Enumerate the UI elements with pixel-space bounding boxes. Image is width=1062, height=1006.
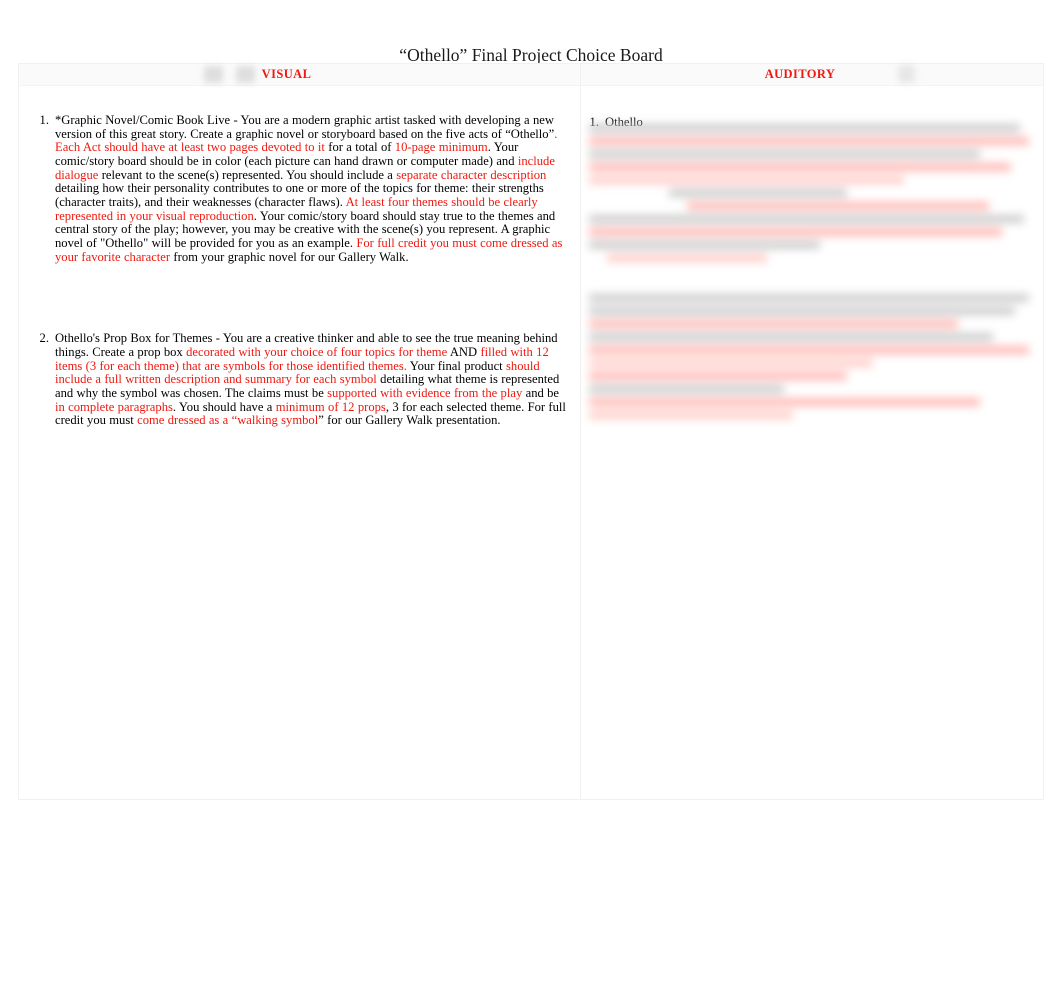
table-body-row: 1. *Graphic Novel/Comic Book Live - You … — [19, 86, 1043, 799]
obscured-image-icon-2 — [236, 66, 255, 83]
cell-visual: 1. *Graphic Novel/Comic Book Live - You … — [19, 86, 581, 799]
document-page: “Othello” Final Project Choice Board VIS… — [0, 0, 1062, 1006]
list-item: 2. Othello's Prop Box for Themes - You a… — [19, 331, 580, 428]
obscured-text-block-top — [589, 124, 1033, 267]
cell-auditory: 1. Othello — [581, 86, 1043, 799]
obscured-image-icon-3 — [898, 65, 915, 83]
task-description: *Graphic Novel/Comic Book Live - You are… — [55, 113, 563, 264]
task-number: 1. — [39, 113, 49, 127]
list-item: 1. *Graphic Novel/Comic Book Live - You … — [19, 113, 580, 264]
column-label-auditory: AUDITORY — [764, 67, 836, 81]
table-header-row: VISUAL AUDITORY — [19, 64, 1043, 86]
header-icon-group — [204, 66, 255, 83]
obscured-image-icon-1 — [204, 66, 223, 83]
task-description: Othello's Prop Box for Themes - You are … — [55, 331, 566, 428]
column-header-auditory: AUDITORY — [581, 64, 1043, 85]
choice-board-table: VISUAL AUDITORY 1. *Graphic Novel/Comic … — [18, 63, 1044, 800]
visual-task-list: 1. *Graphic Novel/Comic Book Live - You … — [19, 113, 580, 444]
column-label-visual: VISUAL — [261, 67, 312, 81]
obscured-text-block-bottom — [589, 294, 1033, 424]
task-number: 2. — [39, 331, 49, 346]
column-header-visual: VISUAL — [19, 64, 581, 85]
